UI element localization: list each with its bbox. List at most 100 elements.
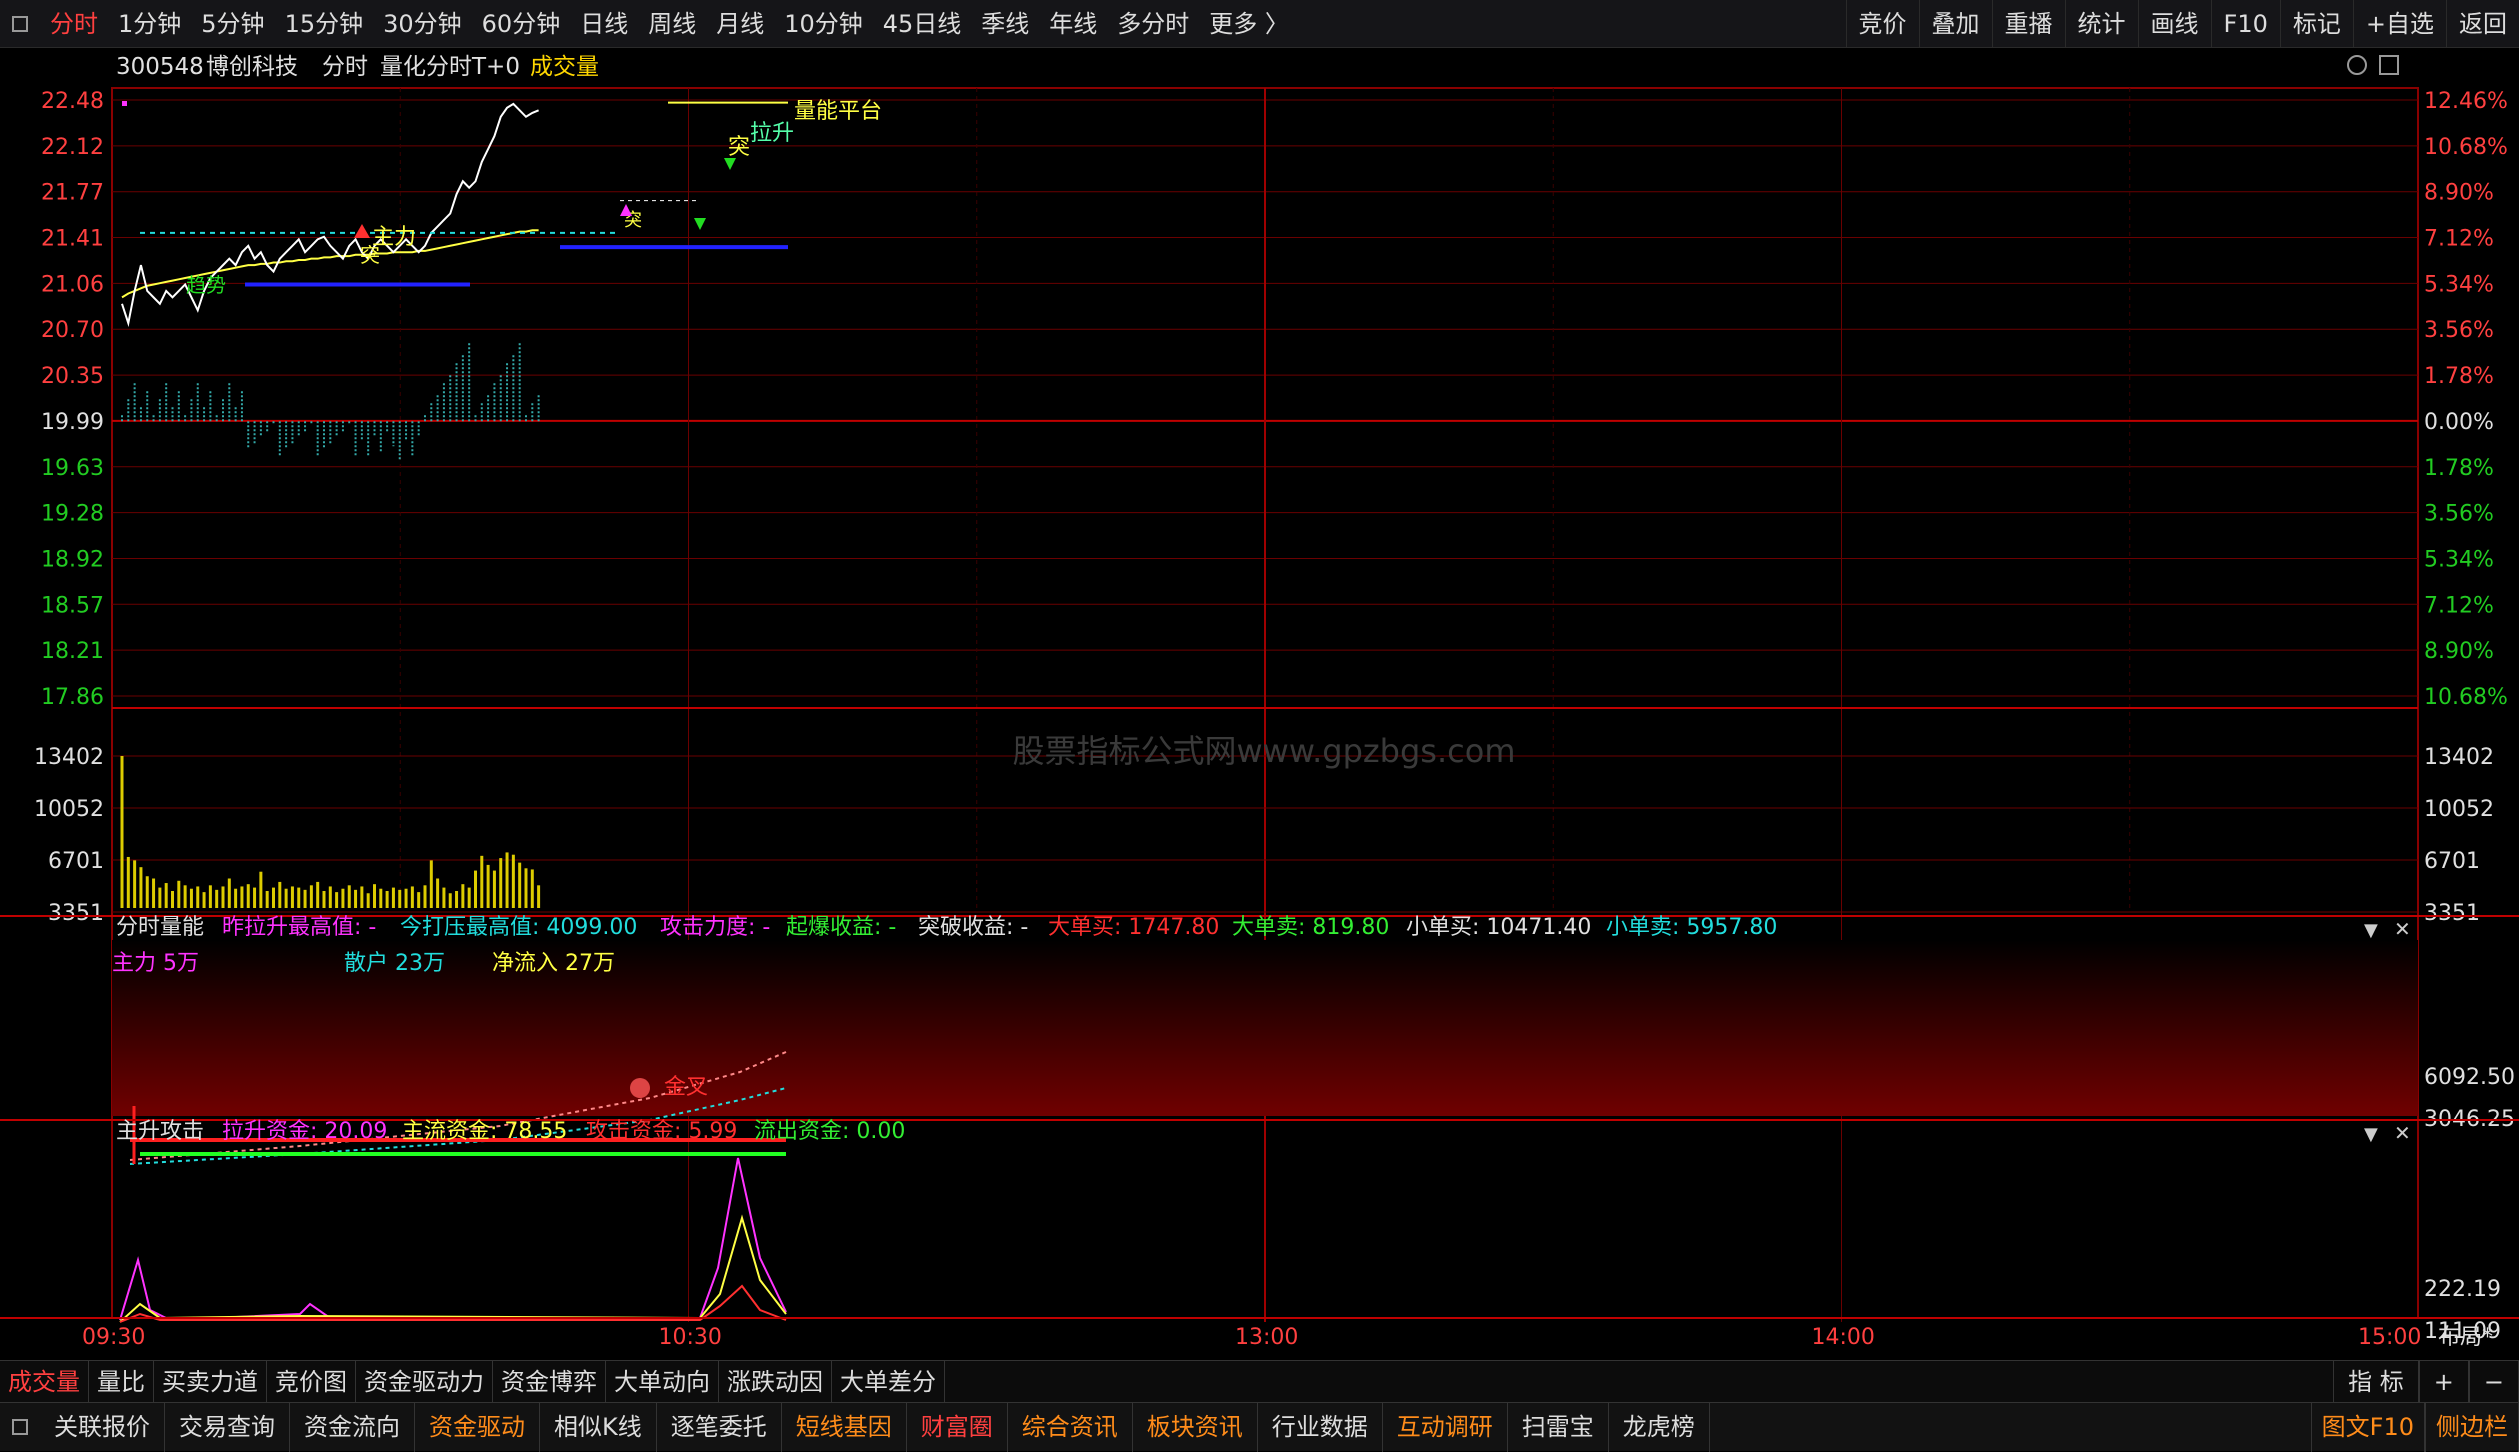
info-tab-7[interactable]: 财富圈: [907, 1402, 1008, 1452]
info-tab-4[interactable]: 相似K线: [540, 1402, 657, 1452]
period-tab-13[interactable]: 多分时: [1107, 0, 1199, 48]
period-tab-3[interactable]: 15分钟: [275, 0, 374, 48]
info-tab-2[interactable]: 资金流向: [290, 1402, 415, 1452]
indicator-tab-6[interactable]: 大单动向: [606, 1360, 719, 1403]
info-tab-9[interactable]: 板块资讯: [1133, 1402, 1258, 1452]
price-tick: 20.70: [41, 318, 104, 343]
expand-icon: [2347, 55, 2367, 75]
toolbar-button-6[interactable]: 标记: [2279, 0, 2353, 48]
toolbar-button-3[interactable]: 统计: [2064, 0, 2138, 48]
price-tick: 22.12: [41, 135, 104, 160]
toolbar-button-8[interactable]: 返回: [2446, 0, 2519, 48]
info-tab-6[interactable]: 短线基因: [782, 1402, 907, 1452]
pct-tick: 5.34%: [2424, 547, 2494, 572]
toolbar-button-4[interactable]: 画线: [2137, 0, 2211, 48]
time-tick: 15:00: [2358, 1325, 2421, 1350]
menu-toggle-icon[interactable]: [12, 15, 28, 32]
toolbar-button-5[interactable]: F10: [2210, 0, 2280, 48]
pct-tick: 10.68%: [2424, 685, 2508, 710]
info-tab-3[interactable]: 资金驱动: [415, 1402, 540, 1452]
panel1-field-3: 攻击力度: -: [660, 915, 770, 940]
panel2-field-1: 拉升资金: 20.09: [222, 1119, 387, 1144]
panel1-retail: 散户 23万: [344, 951, 445, 976]
period-tab-2[interactable]: 5分钟: [191, 0, 274, 48]
volume-tick-right: 13402: [2424, 745, 2494, 770]
period-tab-4[interactable]: 30分钟: [373, 0, 472, 48]
indicator-tab-2[interactable]: 买卖力道: [154, 1360, 267, 1403]
price-tick: 18.21: [41, 639, 104, 664]
period-tab-1[interactable]: 1分钟: [108, 0, 191, 48]
toolbar-button-7[interactable]: +自选: [2352, 0, 2446, 48]
indicator-tab-8[interactable]: 大单差分: [832, 1360, 945, 1403]
layout-button: 布局*: [2438, 1325, 2493, 1350]
period-tab-9[interactable]: 10分钟: [774, 0, 873, 48]
volume-tick-right: 6701: [2424, 849, 2480, 874]
period-tab-12[interactable]: 年线: [1039, 0, 1107, 48]
annotation-pullup: 拉升: [750, 121, 794, 146]
toolbar-button-0[interactable]: 竞价: [1845, 0, 1919, 48]
panel2-main-line: [119, 1214, 787, 1323]
volume-label: 成交量: [530, 54, 599, 80]
info-tab-12[interactable]: 扫雷宝: [1508, 1402, 1609, 1452]
indicator-tab-4[interactable]: 资金驱动力: [356, 1360, 493, 1403]
panel1-close-icon: ✕: [2394, 917, 2411, 941]
period-tab-7[interactable]: 周线: [638, 0, 706, 48]
info-tab-13[interactable]: 龙虎榜: [1609, 1402, 1710, 1452]
price-tick: 18.57: [41, 593, 104, 618]
panel1-dropdown-icon: ▼: [2364, 920, 2378, 941]
info-right-0[interactable]: 图文F10: [2310, 1402, 2425, 1452]
pct-tick: 8.90%: [2424, 181, 2494, 206]
panel2-close-icon: ✕: [2394, 1121, 2411, 1145]
period-tab-8[interactable]: 月线: [706, 0, 774, 48]
chart-area[interactable]: 300548 博创科技 分时 量化分时T+0 成交量 22.48 12.46% 22.12 10…: [0, 48, 2519, 1360]
period-tab-5[interactable]: 60分钟: [472, 0, 571, 48]
pct-tick: 3.56%: [2424, 318, 2494, 343]
indicator-tab-5[interactable]: 资金博弈: [493, 1360, 606, 1403]
volume-tick: 13402: [34, 745, 104, 770]
price-tick: 17.86: [41, 685, 104, 710]
indicator-tab-1[interactable]: 量比: [89, 1360, 154, 1403]
panel1-field-7: 大单卖: 819.80: [1232, 915, 1389, 940]
indicator-tab-0[interactable]: 成交量: [0, 1360, 89, 1403]
time-tick: 14:00: [1812, 1325, 1875, 1350]
toolbar-button-2[interactable]: 重播: [1991, 0, 2065, 48]
info-tab-0[interactable]: 关联报价: [40, 1402, 165, 1452]
indicator-name: 量化分时T+0: [380, 54, 520, 80]
indicator-control-0[interactable]: 指 标: [2333, 1360, 2419, 1403]
period-tab-11[interactable]: 季线: [971, 0, 1039, 48]
panel1-bg: [112, 940, 2418, 1116]
panel1-field-0: 分时量能: [116, 915, 204, 940]
info-tab-10[interactable]: 行业数据: [1258, 1402, 1383, 1452]
panel2-dropdown-icon: ▼: [2364, 1124, 2378, 1145]
volume-tick: 3351: [48, 901, 104, 926]
indicator-tab-3[interactable]: 竞价图: [267, 1360, 356, 1403]
panel2-field-0: 主升攻击: [116, 1119, 204, 1144]
period-toolbar: 分时 1分钟 5分钟 15分钟 30分钟 60分钟 日线 周线 月线 10分钟 45日线 季线 年线 多分…: [0, 0, 2519, 48]
info-tab-8[interactable]: 综合资讯: [1008, 1402, 1133, 1452]
indicator-control-1[interactable]: +: [2418, 1360, 2469, 1403]
period-tab-10[interactable]: 45日线: [873, 0, 972, 48]
stock-code: 300548: [116, 54, 204, 80]
price-tick: 21.41: [41, 227, 104, 252]
info-tab-5[interactable]: 逐笔委托: [657, 1402, 782, 1452]
panel1-tick-1: 6092.50: [2424, 1065, 2515, 1090]
period-tab-6[interactable]: 日线: [570, 0, 638, 48]
panel1-field-8: 小单买: 10471.40: [1406, 915, 1591, 940]
indicator-tabs: 成交量 量比 买卖力道 竞价图 资金驱动力 资金博弈 大单动向 涨跌动因 大单差分 指 标 + −: [0, 1360, 2519, 1403]
indicator-control-2[interactable]: −: [2468, 1360, 2519, 1403]
indicator-tab-7[interactable]: 涨跌动因: [719, 1360, 832, 1403]
volume-tick: 10052: [34, 797, 104, 822]
pct-tick: 5.34%: [2424, 272, 2494, 297]
avg-price-line: [121, 229, 539, 299]
period-tab-14[interactable]: 更多 〉: [1199, 0, 1299, 48]
info-tab-11[interactable]: 互动调研: [1383, 1402, 1508, 1452]
price-tick: 19.63: [41, 456, 104, 481]
period-tab-0[interactable]: 分时: [40, 0, 108, 48]
toolbar-button-1[interactable]: 叠加: [1918, 0, 1992, 48]
sidebar-toggle-icon[interactable]: [12, 1419, 28, 1435]
info-tab-1[interactable]: 交易查询: [165, 1402, 290, 1452]
pct-tick: 3.56%: [2424, 502, 2494, 527]
info-right-1[interactable]: 侧边栏: [2425, 1402, 2519, 1452]
golden-cross-icon: [630, 1078, 650, 1098]
annotation-trend: 趋势: [186, 273, 226, 297]
